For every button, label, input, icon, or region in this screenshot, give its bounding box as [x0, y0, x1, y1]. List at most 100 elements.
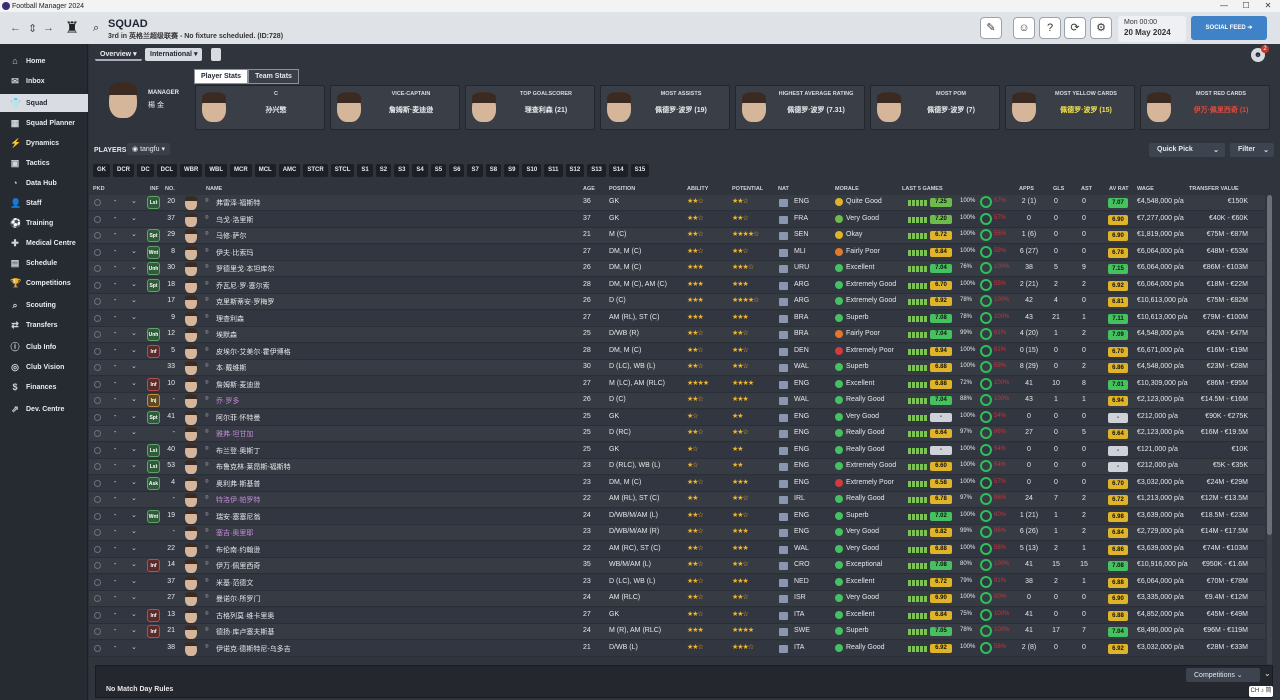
- chevron-down-icon[interactable]: ⌄: [131, 379, 137, 387]
- chevron-down-icon[interactable]: ⌄: [131, 214, 137, 222]
- table-row[interactable]: - ⌄ 22 ⌾ 布伦南·约翰逊 22 AM (RC), ST (C) ★★☆ ★★★ WAL Ve…: [89, 541, 1265, 558]
- table-row[interactable]: - ⌄ Wnt 19 ⌾ 瑞安·塞塞尼翁 24 D/WB/M/AM (L) ★★☆ ★★☆ ENG S…: [89, 508, 1265, 525]
- chevron-down-icon[interactable]: ⌄: [131, 280, 137, 288]
- position-filter[interactable]: S8: [485, 164, 502, 177]
- pick-checkbox[interactable]: [94, 215, 101, 223]
- player-name[interactable]: 詹姆斯·麦迪逊: [216, 380, 260, 390]
- table-row[interactable]: - ⌄ Inj - ⌾ 乔·罗多 26 D (C) ★★☆ ★★★ WAL Really Good 7.…: [89, 393, 1265, 409]
- position-filter[interactable]: AMC: [278, 164, 301, 177]
- pick-checkbox[interactable]: [94, 446, 101, 454]
- help-icon[interactable]: ?: [1039, 17, 1061, 39]
- sidebar-item-finances[interactable]: $ Finances: [0, 378, 88, 396]
- position-filter[interactable]: WBR: [180, 164, 203, 177]
- table-row[interactable]: - ⌄ 38 ⌾ 伊诺克·德斯特尼-乌多吉 21 D/WB (L) ★★☆ ★★★☆ ITA Rea…: [89, 640, 1265, 657]
- stat-card-value[interactable]: 理查利森 (21): [500, 105, 592, 115]
- info-badge[interactable]: Unh: [147, 262, 160, 275]
- info-badge[interactable]: Wnt: [147, 245, 160, 259]
- player-name[interactable]: 曼诺尔·所罗门: [216, 594, 260, 604]
- player-name[interactable]: 布鲁克林·莱昂斯-福斯特: [216, 462, 291, 472]
- table-row[interactable]: - ⌄ 17 ⌾ 克里斯蒂安·罗梅罗 26 D (C) ★★★ ★★★★☆ ARG Extremel…: [89, 294, 1265, 310]
- position-filter[interactable]: S15: [630, 164, 650, 177]
- position-filter[interactable]: MCL: [254, 164, 276, 177]
- sidebar-item-transfers[interactable]: ⇄ Transfers: [0, 316, 88, 334]
- player-name[interactable]: 雅弗·坦甘加: [216, 429, 253, 439]
- refresh-icon[interactable]: ⟳: [1064, 17, 1086, 39]
- pick-checkbox[interactable]: [94, 281, 101, 289]
- info-badge[interactable]: Spt: [147, 278, 160, 292]
- player-nationality[interactable]: ARG: [794, 281, 809, 288]
- chevron-down-icon[interactable]: ⌄: [131, 346, 137, 354]
- stat-card[interactable]: HIGHEST AVERAGE RATING 佩德罗·波罗 (7.31): [735, 85, 865, 130]
- chevron-down-icon[interactable]: ⌄: [131, 296, 137, 304]
- col-wage[interactable]: WAGE: [1137, 186, 1154, 192]
- manager-profile-icon[interactable]: ☺: [1013, 17, 1035, 39]
- position-filter[interactable]: GK: [93, 164, 110, 177]
- stat-card-value[interactable]: 詹姆斯·麦迪逊: [365, 105, 457, 115]
- player-nationality[interactable]: ENG: [794, 462, 809, 469]
- player-name[interactable]: 古格列莫·维卡里奥: [216, 611, 274, 621]
- player-name[interactable]: 瑞安·塞塞尼翁: [216, 512, 260, 522]
- filter-button[interactable]: Filter ⌄: [1230, 143, 1274, 157]
- stat-card-value[interactable]: 佩德罗·波罗 (19): [635, 105, 727, 115]
- col-gls[interactable]: GLS: [1053, 186, 1064, 192]
- pick-checkbox[interactable]: [94, 232, 101, 239]
- pick-checkbox[interactable]: [94, 545, 101, 553]
- table-row[interactable]: - ⌄ Lst 53 ⌾ 布鲁克林·莱昂斯-福斯特 23 D (RLC), WB (L) ★☆ ★…: [89, 459, 1265, 475]
- pick-checkbox[interactable]: [94, 628, 101, 635]
- chevron-down-icon[interactable]: ⌄: [131, 577, 137, 585]
- stat-card[interactable]: MOST POM 佩德罗·波罗 (7): [870, 85, 1000, 130]
- pick-checkbox[interactable]: [94, 463, 101, 470]
- sidebar-item-training[interactable]: ⚽ Training: [0, 214, 88, 232]
- position-filter[interactable]: S1: [357, 164, 373, 177]
- player-nationality[interactable]: WAL: [794, 545, 809, 552]
- back-arrow-icon[interactable]: ←: [10, 22, 21, 34]
- pick-checkbox[interactable]: [94, 347, 101, 355]
- player-name[interactable]: 阿尔菲·怀特曼: [216, 413, 260, 423]
- players-view-select[interactable]: ◉ tangfu ▾: [127, 143, 170, 155]
- player-nationality[interactable]: ENG: [794, 198, 809, 205]
- col-name[interactable]: NAME: [206, 186, 222, 192]
- sidebar-item-squad[interactable]: 👕 Squad: [0, 94, 88, 112]
- player-name[interactable]: 伊万·佩里西奇: [216, 561, 260, 571]
- player-nationality[interactable]: DEN: [794, 347, 809, 354]
- info-badge[interactable]: Inf: [147, 377, 160, 391]
- pick-checkbox[interactable]: [94, 364, 101, 371]
- player-name[interactable]: 布兰登·奥斯丁: [216, 446, 260, 456]
- pick-checkbox[interactable]: [94, 562, 101, 569]
- player-name[interactable]: 乔·罗多: [216, 396, 239, 406]
- tab-team-stats[interactable]: Team Stats: [248, 69, 299, 84]
- sidebar-item-tactics[interactable]: ▣ Tactics: [0, 154, 88, 172]
- chevron-down-icon[interactable]: ⌄: [131, 478, 137, 486]
- position-filter[interactable]: S7: [467, 164, 483, 177]
- player-nationality[interactable]: BRA: [794, 314, 808, 321]
- chevron-down-icon[interactable]: ⌄: [131, 643, 137, 651]
- stat-card-value[interactable]: 伊万·佩里西奇 (1): [1175, 105, 1267, 115]
- position-filter[interactable]: S3: [394, 164, 410, 177]
- col-nat[interactable]: NAT: [778, 186, 789, 192]
- pick-checkbox[interactable]: [94, 595, 101, 602]
- expand-chevron-icon[interactable]: ⌄: [1264, 669, 1271, 678]
- player-name[interactable]: 伊夫·比索玛: [216, 248, 253, 258]
- player-name[interactable]: 罗德里戈·本坦库尔: [216, 264, 274, 274]
- table-row[interactable]: - ⌄ 27 ⌾ 曼诺尔·所罗门 24 AM (RLC) ★★☆ ★★☆ ISR Very Good…: [89, 591, 1265, 607]
- position-filter[interactable]: S6: [449, 164, 465, 177]
- player-name[interactable]: 米基·范德文: [216, 578, 253, 588]
- col-inf[interactable]: INF: [150, 186, 159, 192]
- social-feed-button[interactable]: SOCIAL FEED ➔: [1191, 16, 1267, 40]
- col-age[interactable]: AGE: [583, 186, 595, 192]
- col-potential[interactable]: POTENTIAL: [732, 186, 763, 192]
- sidebar-item-staff[interactable]: 👤 Staff: [0, 194, 88, 212]
- chevron-down-icon[interactable]: ⌄: [131, 610, 137, 618]
- info-badge[interactable]: Inj: [147, 394, 160, 407]
- table-row[interactable]: - ⌄ - ⌾ 特洛伊·帕罗特 22 AM (RL), ST (C) ★★ ★★☆ IRL Real…: [89, 492, 1265, 508]
- position-filter[interactable]: WBL: [205, 164, 228, 177]
- player-nationality[interactable]: FRA: [794, 215, 808, 222]
- pick-checkbox[interactable]: [94, 512, 101, 520]
- player-nationality[interactable]: ARG: [794, 297, 809, 304]
- table-row[interactable]: - ⌄ Inf 14 ⌾ 伊万·佩里西奇 35 WB/M/AM (L) ★★☆ ★★☆ CRO Exc…: [89, 558, 1265, 574]
- pick-checkbox[interactable]: [94, 496, 101, 503]
- pick-checkbox[interactable]: [94, 644, 101, 652]
- stat-card-value[interactable]: 佩德罗·波罗 (15): [1040, 105, 1132, 115]
- competitions-button[interactable]: Competitions ⌄: [1186, 668, 1260, 682]
- info-badge[interactable]: Wnt: [147, 509, 160, 523]
